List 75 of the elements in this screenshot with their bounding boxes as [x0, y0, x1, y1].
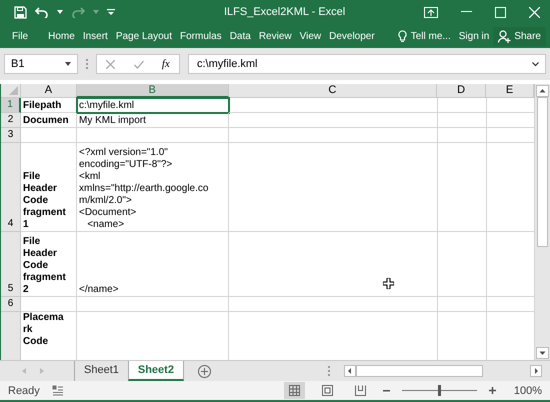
empty-cell: [438, 128, 487, 143]
column-header[interactable]: C: [228, 84, 438, 98]
scroll-down-icon[interactable]: [536, 347, 549, 359]
insert-function-button[interactable]: fx: [162, 58, 170, 70]
ribbon-tab[interactable]: Page Layout: [112, 30, 176, 42]
table-cell: Filepath: [21, 98, 77, 113]
table-cell: c:\myfile.kml: [77, 98, 229, 113]
table-cell: File Header Code fragment 2: [21, 232, 77, 297]
customize-icon[interactable]: [107, 9, 115, 15]
empty-cell: [438, 297, 487, 312]
ribbon-tab[interactable]: Formulas: [176, 30, 226, 42]
ribbon-tab[interactable]: File: [0, 30, 44, 42]
scrollbar-thumb[interactable]: [356, 365, 483, 377]
normal-view-button[interactable]: [284, 382, 305, 399]
empty-cell: [438, 98, 487, 113]
zoom-out-icon[interactable]: [382, 387, 390, 394]
scroll-left-icon[interactable]: [344, 365, 356, 377]
ribbon-tab[interactable]: Developer: [325, 30, 379, 42]
table-cell: </name>: [77, 232, 229, 297]
sheet-tab[interactable]: Sheet1: [75, 361, 128, 381]
scroll-up-icon[interactable]: [536, 85, 549, 97]
zoom-level[interactable]: 100%: [514, 384, 542, 396]
sheet-tab[interactable]: Sheet2: [128, 361, 184, 381]
ribbon-tab[interactable]: Home: [44, 30, 79, 42]
table-cell: <?xml version="1.0" encoding="UTF-8"?> <kml xmlns="http://earth.google.co m/kml/2.0"> <Document> <name>: [77, 143, 229, 232]
maximize-icon[interactable]: [495, 6, 506, 18]
sign-in-link[interactable]: Sign in: [454, 30, 494, 42]
formula-input[interactable]: c:\myfile.kml: [188, 54, 546, 74]
ribbon-display-icon[interactable]: [424, 6, 438, 18]
table-cell: File Header Code fragment 1: [21, 143, 77, 232]
row-header[interactable]: 3: [1, 128, 21, 143]
empty-cell: [438, 113, 487, 128]
lightbulb-icon: [398, 30, 407, 42]
dropdown-icon[interactable]: [57, 10, 63, 14]
row-header[interactable]: 6: [1, 297, 21, 312]
grid-icon: [288, 385, 300, 396]
page-break-icon: [354, 385, 366, 396]
zoom-in-icon[interactable]: [488, 387, 496, 394]
scroll-right-icon[interactable]: [530, 365, 542, 377]
cross-cursor-icon: [383, 278, 394, 289]
macro-record-icon[interactable]: [52, 385, 63, 396]
page-icon: [322, 385, 333, 396]
person-add-icon: [498, 30, 512, 42]
table-cell: My KML import: [77, 113, 229, 128]
row-header[interactable]: 4: [1, 143, 21, 232]
column-header[interactable]: E: [486, 84, 534, 98]
scrollbar-thumb[interactable]: [537, 97, 548, 247]
column-header[interactable]: D: [437, 84, 486, 98]
status-text: Ready: [8, 384, 40, 396]
add-sheet-icon[interactable]: [198, 364, 211, 378]
horizontal-scrollbar[interactable]: [344, 365, 542, 377]
ribbon-tab[interactable]: View: [296, 30, 326, 42]
share-button[interactable]: Share: [493, 26, 546, 46]
empty-cell: [438, 232, 487, 297]
save-icon[interactable]: [14, 6, 27, 18]
ribbon-tab[interactable]: Review: [254, 30, 296, 42]
close-icon[interactable]: [529, 6, 540, 18]
checkmark-icon[interactable]: [134, 60, 144, 68]
name-box[interactable]: B1: [4, 54, 78, 74]
undo-icon[interactable]: [35, 6, 49, 18]
table-cell: Documen: [21, 113, 77, 128]
dropdown-icon: [65, 62, 71, 66]
minimize-icon[interactable]: [461, 11, 472, 13]
ribbon-tab[interactable]: Data: [226, 30, 255, 42]
ribbon-tab[interactable]: Insert: [78, 30, 112, 42]
row-header[interactable]: 5: [1, 232, 21, 297]
expand-icon: [532, 62, 539, 66]
column-header[interactable]: A: [20, 84, 77, 98]
triangle-icon: [8, 86, 18, 95]
slider-thumb[interactable]: [438, 385, 442, 396]
window-title: ILFS_Excel2KML - Excel: [224, 6, 346, 18]
row-header[interactable]: 2: [1, 113, 21, 128]
row-header[interactable]: 1: [1, 98, 21, 113]
tell-me-field[interactable]: Tell me...: [406, 30, 455, 42]
column-header[interactable]: B: [76, 84, 229, 98]
